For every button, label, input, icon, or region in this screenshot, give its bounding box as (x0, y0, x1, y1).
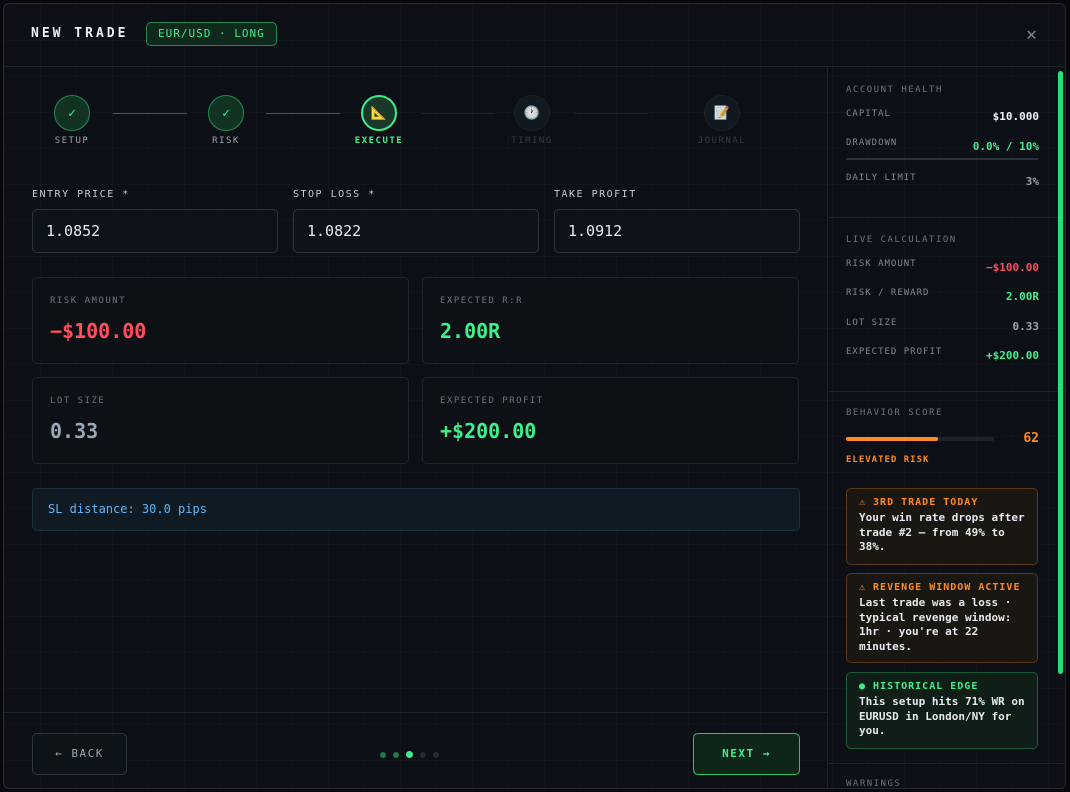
daily-limit-value: 3% (1025, 175, 1039, 188)
lot-size-value: 0.33 (1012, 320, 1040, 333)
modal-title: NEW TRADE (31, 26, 129, 41)
stop-loss-input[interactable]: 1.0822 (293, 209, 539, 253)
insight-card-historical-edge: ● HISTORICAL EDGE This setup hits 71% WR… (846, 672, 1038, 749)
risk-amount-value: −$100.00 (50, 319, 147, 343)
warning-body: Last trade was a loss · typical revenge … (859, 596, 1012, 653)
entry-price-input[interactable]: 1.0852 (32, 209, 278, 253)
back-button[interactable]: ← BACK (32, 733, 127, 775)
risk-reward-value: 2.00R (1005, 290, 1039, 303)
step-connector (574, 113, 648, 114)
page-dot (393, 751, 399, 758)
pair-direction-badge: EUR/USD · LONG (146, 22, 277, 46)
expected-rr-card: EXPECTED R:R 2.00R (422, 277, 799, 364)
take-profit-label: TAKE PROFIT (554, 189, 637, 200)
page-dot (420, 751, 426, 758)
page-dot-active (406, 751, 413, 758)
risk-reward-label: RISK / REWARD (846, 288, 930, 298)
metric-label: RISK AMOUNT (50, 296, 127, 306)
lot-size-value: 0.33 (50, 419, 99, 443)
stop-loss-label: STOP LOSS * (293, 189, 376, 200)
step-connector (266, 113, 340, 114)
modal-header: NEW TRADE EUR/USD · LONG ✕ (4, 4, 1065, 67)
warning-card-3rd-trade: ⚠ 3RD TRADE TODAY Your win rate drops af… (846, 488, 1038, 565)
insight-body: This setup hits 71% WR on EURUSD in Lond… (859, 695, 1025, 737)
warning-card-revenge-window: ⚠ REVENGE WINDOW ACTIVE Last trade was a… (846, 573, 1038, 663)
step-label: SETUP (54, 136, 90, 146)
sl-distance-info: SL distance: 30.0 pips (32, 488, 800, 531)
lot-size-card: LOT SIZE 0.33 (32, 377, 409, 464)
warning-title: ⚠ REVENGE WINDOW ACTIVE (859, 582, 1021, 593)
risk-amount-card: RISK AMOUNT −$100.00 (32, 277, 409, 364)
memo-icon: 📝 (704, 95, 740, 131)
sidebar-scrollbar[interactable] (1058, 71, 1063, 674)
entry-price-label: ENTRY PRICE * (32, 189, 130, 200)
sidebar-divider (829, 763, 1065, 764)
step-connector (113, 113, 187, 114)
sidebar: ACCOUNT HEALTH CAPITAL $10.000 DRAWDOWN … (829, 67, 1065, 789)
step-setup[interactable]: ✓ SETUP (32, 95, 112, 146)
step-label: TIMING (511, 136, 553, 146)
risk-amount-value: −$100.00 (986, 261, 1039, 274)
step-label: EXECUTE (354, 136, 404, 146)
section-title: ACCOUNT HEALTH (846, 85, 943, 95)
new-trade-modal: NEW TRADE EUR/USD · LONG ✕ ✓ SETUP ✓ RIS… (3, 3, 1066, 789)
expected-rr-value: 2.00R (440, 319, 501, 343)
check-icon: ✓ (54, 95, 90, 131)
triangle-ruler-icon: 📐 (361, 95, 397, 131)
behavior-score-value: 62 (1023, 431, 1039, 446)
account-health-section: ACCOUNT HEALTH CAPITAL $10.000 DRAWDOWN … (829, 67, 1065, 218)
behavior-score-fill (846, 437, 938, 441)
warning-title: ⚠ 3RD TRADE TODAY (859, 497, 979, 508)
section-title: LIVE CALCULATION (846, 235, 957, 245)
take-profit-input[interactable]: 1.0912 (554, 209, 800, 253)
step-risk[interactable]: ✓ RISK (186, 95, 266, 146)
warning-body: Your win rate drops after trade #2 — fro… (859, 511, 1025, 553)
metric-label: EXPECTED R:R (440, 296, 524, 306)
metric-label: LOT SIZE (50, 396, 106, 406)
warnings-title: WARNINGS (846, 779, 902, 789)
capital-label: CAPITAL (846, 109, 891, 119)
check-icon: ✓ (208, 95, 244, 131)
step-label: JOURNAL (697, 136, 747, 146)
behavior-status: ELEVATED RISK (846, 455, 930, 465)
metric-label: EXPECTED PROFIT (440, 396, 544, 406)
step-execute[interactable]: 📐 EXECUTE (339, 95, 419, 146)
step-timing[interactable]: 🕐 TIMING (492, 95, 572, 146)
lot-size-label: LOT SIZE (846, 318, 898, 328)
expected-profit-value: +$200.00 (986, 349, 1039, 362)
live-calculation-section: LIVE CALCULATION RISK AMOUNT −$100.00 RI… (829, 218, 1065, 392)
drawdown-bar (846, 158, 1038, 160)
main-panel: ✓ SETUP ✓ RISK 📐 EXECUTE 🕐 TIMING 📝 JOUR… (4, 67, 828, 788)
clock-icon: 🕐 (514, 95, 550, 131)
behavior-score-bar (846, 437, 994, 441)
close-icon[interactable]: ✕ (1026, 24, 1037, 45)
step-label: RISK (212, 136, 240, 146)
expected-profit-value: +$200.00 (440, 419, 537, 443)
step-journal[interactable]: 📝 JOURNAL (682, 95, 762, 146)
page-dot (433, 751, 439, 758)
expected-profit-label: EXPECTED PROFIT (846, 347, 943, 357)
drawdown-label: DRAWDOWN (846, 138, 898, 148)
page-dots (380, 751, 439, 758)
risk-amount-label: RISK AMOUNT (846, 259, 917, 269)
behavior-score-title: BEHAVIOR SCORE (846, 408, 943, 418)
insight-title: ● HISTORICAL EDGE (859, 681, 979, 692)
next-button[interactable]: NEXT → (693, 733, 800, 775)
capital-value: $10.000 (992, 110, 1039, 123)
page-dot (380, 751, 386, 758)
modal-footer: ← BACK NEXT → (4, 712, 828, 788)
drawdown-value: 0.0% / 10% (972, 140, 1039, 153)
step-connector (421, 113, 495, 114)
daily-limit-label: DAILY LIMIT (846, 173, 917, 183)
expected-profit-card: EXPECTED PROFIT +$200.00 (422, 377, 799, 464)
